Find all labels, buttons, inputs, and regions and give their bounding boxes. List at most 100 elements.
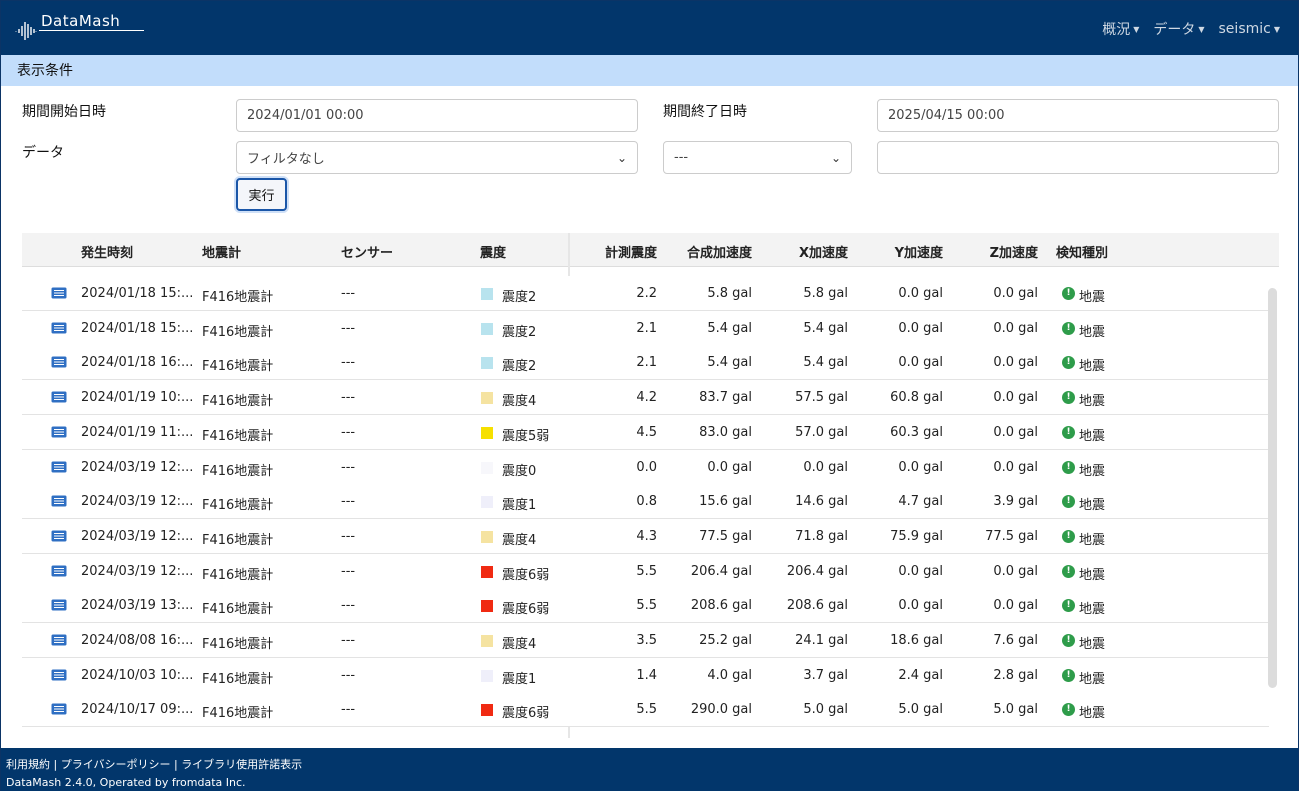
- detail-document-icon[interactable]: [51, 461, 67, 473]
- table-row[interactable]: 2024/01/19 10:... F416地震計 --- 震度4 4.2 83.7 ga…: [22, 380, 1269, 416]
- cell-combined: 208.6 gal: [690, 598, 752, 614]
- detail-document-icon[interactable]: [51, 703, 67, 715]
- table-row[interactable]: 2024/01/19 11:... F416地震計 --- 震度5弱 4.5 83.0 g…: [22, 414, 1269, 450]
- cell-type: 地震: [1079, 428, 1106, 444]
- run-button[interactable]: 実行: [236, 178, 287, 211]
- cell-meter: F416地震計: [202, 602, 274, 618]
- table-row[interactable]: 2024/01/18 15:... F416地震計 --- 震度2 2.2 5.8 gal…: [22, 276, 1269, 311]
- header-z-accel[interactable]: Z加速度: [968, 242, 1038, 261]
- privacy-link[interactable]: プライバシーポリシー: [61, 758, 171, 771]
- table-row[interactable]: 2024/03/19 12:... F416地震計 --- 震度6弱 5.5 206.4 …: [22, 553, 1269, 589]
- detail-document-icon[interactable]: [51, 599, 67, 611]
- cell-type: 地震: [1079, 532, 1106, 548]
- header-x-accel[interactable]: X加速度: [778, 242, 848, 261]
- data-filter-select[interactable]: フィルタなし ⌄: [236, 141, 638, 174]
- detail-document-icon[interactable]: [51, 669, 67, 681]
- end-date-value: 2025/04/15 00:00: [888, 108, 1005, 123]
- footer-separator: |: [50, 758, 61, 771]
- app-title: DataMash: [41, 12, 121, 30]
- cell-sensor: ---: [341, 286, 356, 301]
- cell-type: 地震: [1079, 290, 1106, 305]
- table-row[interactable]: 2024/10/03 10:... F416地震計 --- 震度1 1.4 4.0 gal…: [22, 657, 1269, 693]
- cell-sensor: ---: [341, 355, 356, 371]
- cell-combined: 4.0 gal: [707, 667, 752, 683]
- header-type[interactable]: 検知種別: [1056, 242, 1108, 261]
- detail-document-icon[interactable]: [51, 565, 67, 577]
- cell-measured: 4.5: [636, 424, 657, 440]
- detail-document-icon[interactable]: [51, 287, 67, 299]
- cell-x-accel: 5.8 gal: [803, 286, 848, 301]
- detection-check-icon: !: [1062, 356, 1075, 370]
- table-row[interactable]: 2024/10/17 09:... F416地震計 --- 震度6弱 5.5 290.0 …: [22, 692, 1269, 728]
- cell-intensity: 震度4: [502, 637, 537, 652]
- cell-meter: F416地震計: [202, 359, 274, 375]
- cell-combined: 25.2 gal: [699, 633, 752, 648]
- cell-type: 地震: [1079, 359, 1106, 375]
- licenses-link[interactable]: ライブラリ使用許諾表示: [181, 758, 302, 771]
- detail-document-icon[interactable]: [51, 391, 67, 403]
- cell-y-accel: 4.7 gal: [898, 494, 943, 510]
- intensity-color-swatch: [481, 496, 493, 509]
- nav-data-dropdown[interactable]: データ ▼: [1153, 19, 1204, 39]
- header-intensity[interactable]: 震度: [480, 242, 506, 261]
- footer-separator: |: [170, 758, 182, 771]
- table-row[interactable]: 2024/01/18 15:... F416地震計 --- 震度2 2.1 5.4 gal…: [22, 310, 1269, 346]
- table-row[interactable]: 2024/01/18 16:... F416地震計 --- 震度2 2.1 5.4 gal…: [22, 345, 1269, 381]
- footer: 利用規約 | プライバシーポリシー | ライブラリ使用許諾表示 DataMash…: [1, 748, 1298, 791]
- detail-document-icon[interactable]: [51, 322, 67, 334]
- cell-combined: 5.4 gal: [707, 355, 752, 371]
- terms-link[interactable]: 利用規約: [6, 758, 50, 771]
- header-measured[interactable]: 計測震度: [597, 242, 657, 261]
- cell-sensor: ---: [341, 667, 356, 683]
- cell-y-accel: 5.0 gal: [898, 702, 943, 718]
- cell-combined: 83.0 gal: [699, 424, 752, 440]
- start-date-value: 2024/01/01 00:00: [247, 108, 364, 123]
- table-row[interactable]: 2024/03/19 12:... F416地震計 --- 震度4 4.3 77.5 ga…: [22, 518, 1269, 554]
- nav-user-dropdown[interactable]: seismic ▼: [1219, 19, 1280, 39]
- start-date-input[interactable]: 2024/01/01 00:00: [236, 99, 638, 132]
- cell-sensor: ---: [341, 320, 356, 336]
- cell-intensity: 震度1: [502, 671, 537, 687]
- cell-y-accel: 0.0 gal: [898, 459, 943, 475]
- cell-combined: 5.4 gal: [707, 320, 752, 336]
- filter-text-input[interactable]: [877, 141, 1279, 174]
- cell-time: 2024/08/08 16:...: [81, 633, 194, 648]
- cell-type: 地震: [1079, 706, 1106, 722]
- nav-user-label: seismic: [1218, 21, 1271, 37]
- cell-measured: 3.5: [636, 633, 657, 648]
- table-row[interactable]: 2024/08/08 16:... F416地震計 --- 震度4 3.5 25.2 ga…: [22, 623, 1269, 658]
- nav-overview-dropdown[interactable]: 概況 ▼: [1102, 19, 1139, 39]
- table-scrollbar[interactable]: [1268, 288, 1277, 688]
- cell-x-accel: 57.5 gal: [795, 390, 848, 406]
- cell-type: 地震: [1079, 637, 1106, 652]
- cell-z-accel: 0.0 gal: [993, 598, 1038, 614]
- datamash-logo[interactable]: DataMash: [15, 9, 155, 43]
- sub-filter-value: ---: [674, 150, 689, 165]
- table-row[interactable]: 2024/03/19 12:... F416地震計 --- 震度1 0.8 15.6 ga…: [22, 484, 1269, 520]
- detail-document-icon[interactable]: [51, 634, 67, 646]
- header-meter[interactable]: 地震計: [202, 242, 241, 261]
- header-combined[interactable]: 合成加速度: [668, 242, 752, 261]
- cell-y-accel: 0.0 gal: [898, 320, 943, 336]
- table-row[interactable]: 2024/03/19 12:... F416地震計 --- 震度0 0.0 0.0 gal…: [22, 449, 1269, 485]
- detail-document-icon[interactable]: [51, 426, 67, 438]
- cell-measured: 5.5: [636, 702, 657, 718]
- detail-document-icon[interactable]: [51, 356, 67, 368]
- cell-measured: 0.0: [636, 459, 657, 475]
- cell-intensity: 震度6弱: [502, 567, 550, 583]
- header-y-accel[interactable]: Y加速度: [873, 242, 943, 261]
- cell-measured: 1.4: [636, 667, 657, 683]
- data-filter-label: データ: [22, 145, 64, 161]
- cell-measured: 2.1: [636, 355, 657, 371]
- cell-type: 地震: [1079, 394, 1106, 410]
- header-sensor[interactable]: センサー: [341, 242, 393, 261]
- intensity-color-swatch: [481, 635, 493, 647]
- cell-type: 地震: [1079, 498, 1106, 514]
- sub-filter-select[interactable]: --- ⌄: [663, 141, 852, 174]
- table-row[interactable]: 2024/03/19 13:... F416地震計 --- 震度6弱 5.5 208.6 …: [22, 588, 1269, 624]
- detail-document-icon[interactable]: [51, 495, 67, 507]
- end-date-input[interactable]: 2025/04/15 00:00: [877, 99, 1279, 132]
- detail-document-icon[interactable]: [51, 530, 67, 542]
- cell-combined: 15.6 gal: [699, 494, 752, 510]
- header-time[interactable]: 発生時刻: [81, 242, 133, 261]
